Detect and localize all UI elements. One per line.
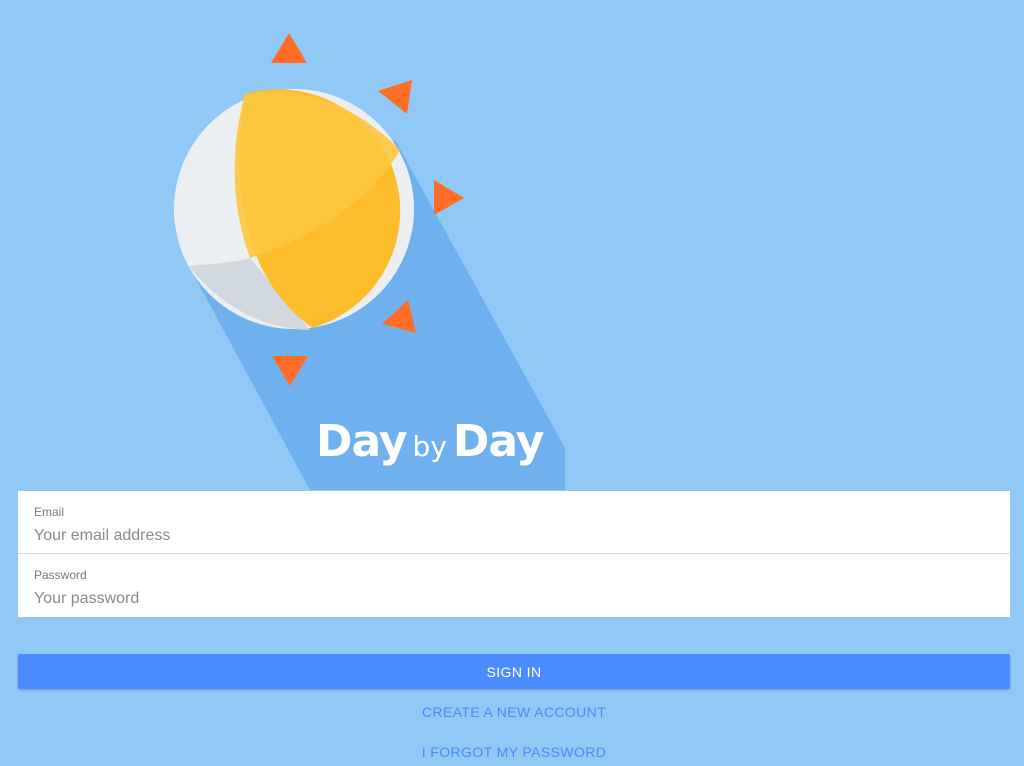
password-field-group: Password: [18, 554, 1010, 617]
forgot-password-link[interactable]: I FORGOT MY PASSWORD: [18, 741, 1010, 763]
password-input[interactable]: [34, 588, 994, 610]
email-input[interactable]: [34, 525, 994, 547]
wordmark-day-2: Day: [452, 416, 545, 467]
create-account-link[interactable]: CREATE A NEW ACCOUNT: [18, 701, 1010, 723]
email-label: Email: [34, 505, 65, 519]
password-label: Password: [34, 568, 87, 582]
wordmark-day-1: Day: [316, 416, 408, 467]
sign-in-button[interactable]: SIGN IN: [18, 654, 1010, 689]
sun-ray: [378, 80, 412, 114]
app-wordmark: Day by Day: [316, 420, 544, 464]
login-form: Email Password: [18, 491, 1010, 617]
app-logo: Day by Day: [0, 0, 1024, 490]
email-field-group: Email: [18, 491, 1010, 554]
sun-ray: [271, 33, 307, 63]
sun-ray: [434, 180, 464, 215]
wordmark-by: by: [412, 430, 447, 463]
